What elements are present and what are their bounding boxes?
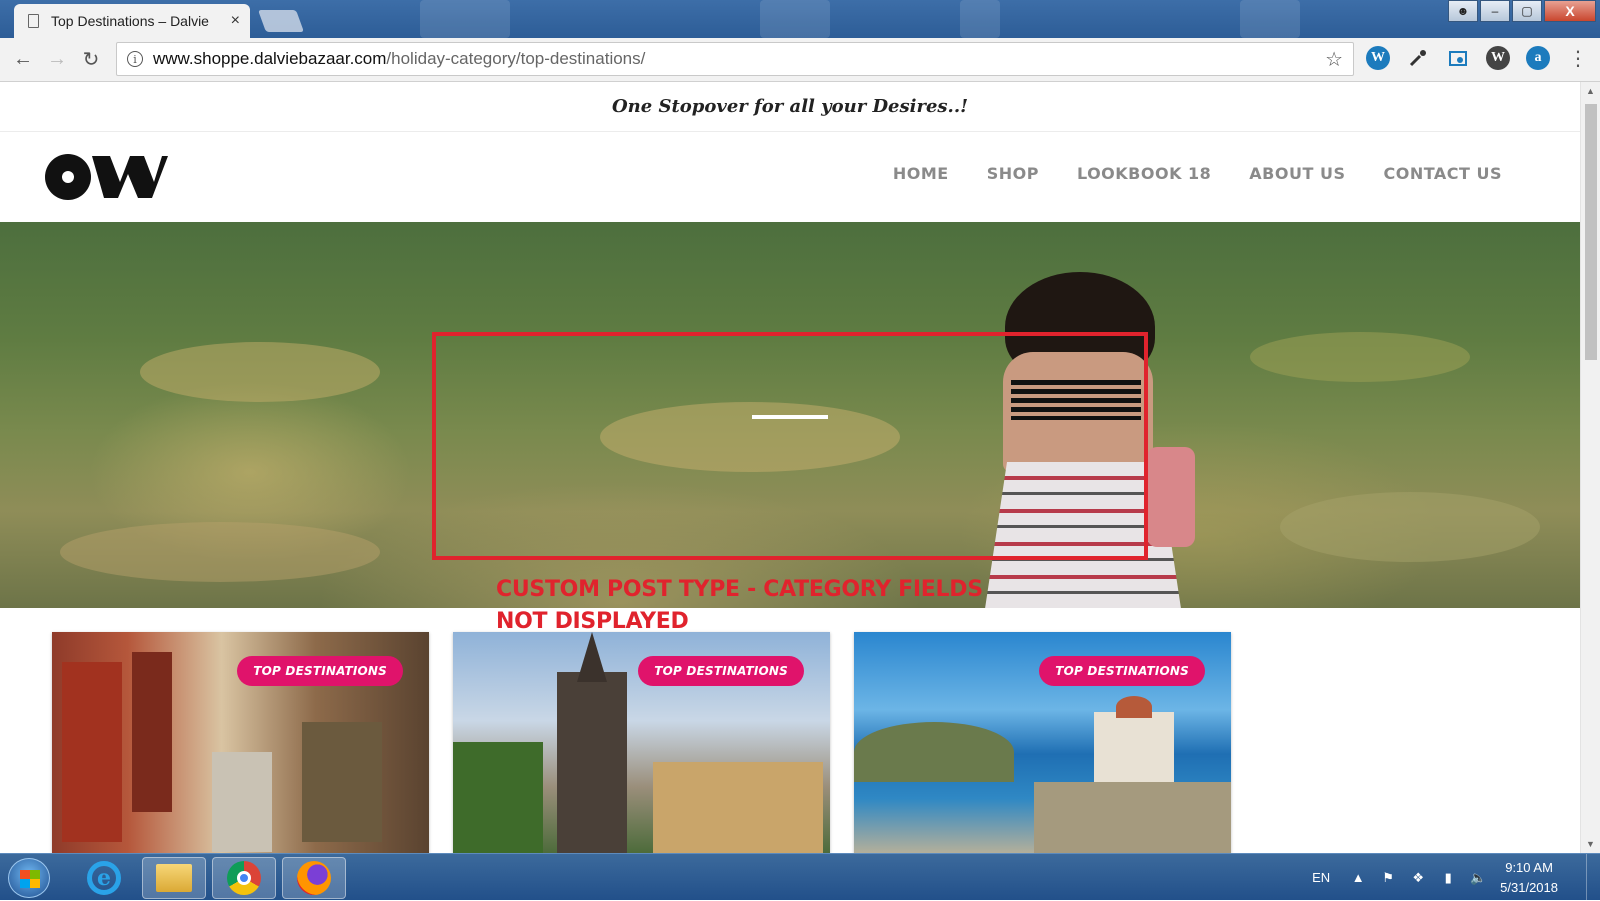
browser-menu-icon[interactable]: ⋮ bbox=[1566, 46, 1590, 70]
annotation-highlight-box bbox=[432, 332, 1148, 560]
language-indicator[interactable]: EN bbox=[1312, 870, 1330, 885]
nav-lookbook[interactable]: LOOKBOOK 18 bbox=[1077, 164, 1211, 183]
tagline-bar: One Stopover for all your Desires..! bbox=[0, 82, 1580, 132]
forward-button[interactable]: → bbox=[40, 43, 74, 77]
tab-title: Top Destinations – Dalvie bbox=[51, 13, 209, 29]
eyedropper-extension-icon[interactable] bbox=[1406, 46, 1430, 70]
site-header: HOME SHOP LOOKBOOK 18 ABOUT US CONTACT U… bbox=[0, 132, 1580, 222]
volume-muted-icon[interactable]: 🔈 bbox=[1470, 870, 1486, 886]
url-host: www.shoppe.dalviebazaar.com bbox=[153, 49, 387, 68]
destination-card[interactable]: TOP DESTINATIONS bbox=[453, 632, 830, 853]
screenshot-extension-icon[interactable] bbox=[1446, 46, 1470, 70]
firefox-icon bbox=[297, 861, 331, 895]
url-path: /holiday-category/top-destinations/ bbox=[386, 49, 646, 68]
taskbar-chrome[interactable] bbox=[212, 857, 276, 899]
clock-time: 9:10 AM bbox=[1505, 859, 1553, 875]
site-tagline: One Stopover for all your Desires..! bbox=[611, 96, 968, 117]
scrollbar-thumb[interactable] bbox=[1585, 104, 1597, 360]
site-info-icon[interactable]: i bbox=[127, 51, 143, 67]
start-button[interactable] bbox=[8, 858, 50, 898]
show-hidden-icons[interactable]: ▲ bbox=[1350, 870, 1366, 886]
system-tray: EN ▲ ⚑ ❖ ▮ 🔈 9:10 AM 5/31/2018 bbox=[1312, 854, 1600, 901]
page-viewport: One Stopover for all your Desires..! HOM… bbox=[0, 82, 1580, 853]
windows-taskbar: e EN ▲ ⚑ ❖ ▮ 🔈 9:10 AM 5/31/2018 bbox=[0, 853, 1600, 901]
a-extension-icon[interactable]: a bbox=[1526, 46, 1550, 70]
page-icon bbox=[28, 14, 39, 28]
destination-card[interactable]: TOP DESTINATIONS bbox=[854, 632, 1231, 853]
nav-shop[interactable]: SHOP bbox=[987, 164, 1039, 183]
action-center-flag-icon[interactable]: ⚑ bbox=[1380, 870, 1396, 886]
address-bar[interactable]: i www.shoppe.dalviebazaar.com /holiday-c… bbox=[116, 42, 1354, 76]
nav-about-us[interactable]: ABOUT US bbox=[1249, 164, 1345, 183]
taskbar-file-explorer[interactable] bbox=[142, 857, 206, 899]
back-button[interactable]: ← bbox=[6, 43, 40, 77]
new-tab-button[interactable] bbox=[257, 10, 305, 32]
folder-icon bbox=[156, 864, 192, 892]
card-category-badge[interactable]: TOP DESTINATIONS bbox=[1039, 656, 1205, 686]
card-category-badge[interactable]: TOP DESTINATIONS bbox=[638, 656, 804, 686]
tab-close-icon[interactable]: × bbox=[231, 12, 240, 30]
dropbox-icon[interactable]: ❖ bbox=[1410, 870, 1426, 886]
card-category-badge[interactable]: TOP DESTINATIONS bbox=[237, 656, 403, 686]
minimize-button[interactable]: – bbox=[1480, 0, 1510, 22]
system-clock[interactable]: 9:10 AM 5/31/2018 bbox=[1500, 858, 1558, 898]
user-profile-button[interactable]: ☻ bbox=[1448, 0, 1478, 22]
scroll-down-icon[interactable]: ▼ bbox=[1586, 839, 1595, 849]
destination-cards: TOP DESTINATIONS TOP DESTINATIONS TOP DE… bbox=[52, 632, 1231, 853]
close-window-button[interactable]: X bbox=[1544, 0, 1596, 22]
wordpress-extension-icon[interactable]: W bbox=[1366, 46, 1390, 70]
scroll-up-icon[interactable]: ▲ bbox=[1586, 86, 1595, 96]
browser-toolbar: ← → ↻ i www.shoppe.dalviebazaar.com /hol… bbox=[0, 38, 1600, 82]
windows-logo-icon bbox=[20, 870, 40, 888]
page-scrollbar[interactable]: ▲ ▼ bbox=[1580, 82, 1600, 853]
bookmark-star-icon[interactable]: ☆ bbox=[1325, 47, 1343, 72]
taskbar-internet-explorer[interactable]: e bbox=[72, 857, 136, 899]
network-signal-icon[interactable]: ▮ bbox=[1440, 870, 1456, 886]
annotation-text: CUSTOM POST TYPE - CATEGORY FIELDS NOT D… bbox=[496, 577, 983, 634]
nav-home[interactable]: HOME bbox=[893, 164, 949, 183]
show-desktop-button[interactable] bbox=[1586, 854, 1600, 901]
internet-explorer-icon: e bbox=[87, 861, 121, 895]
nav-contact-us[interactable]: CONTACT US bbox=[1383, 164, 1502, 183]
destination-card[interactable]: TOP DESTINATIONS bbox=[52, 632, 429, 853]
maximize-button[interactable]: ▢ bbox=[1512, 0, 1542, 22]
chrome-icon bbox=[227, 861, 261, 895]
site-logo[interactable] bbox=[44, 152, 168, 207]
clock-date: 5/31/2018 bbox=[1500, 879, 1558, 895]
browser-titlebar: Top Destinations – Dalvie × ☻ – ▢ X bbox=[0, 0, 1600, 38]
main-nav: HOME SHOP LOOKBOOK 18 ABOUT US CONTACT U… bbox=[893, 164, 1502, 183]
wordpress-dark-extension-icon[interactable]: W bbox=[1486, 46, 1510, 70]
taskbar-firefox[interactable] bbox=[282, 857, 346, 899]
reload-button[interactable]: ↻ bbox=[74, 43, 108, 77]
browser-tab-active[interactable]: Top Destinations – Dalvie × bbox=[14, 4, 250, 38]
